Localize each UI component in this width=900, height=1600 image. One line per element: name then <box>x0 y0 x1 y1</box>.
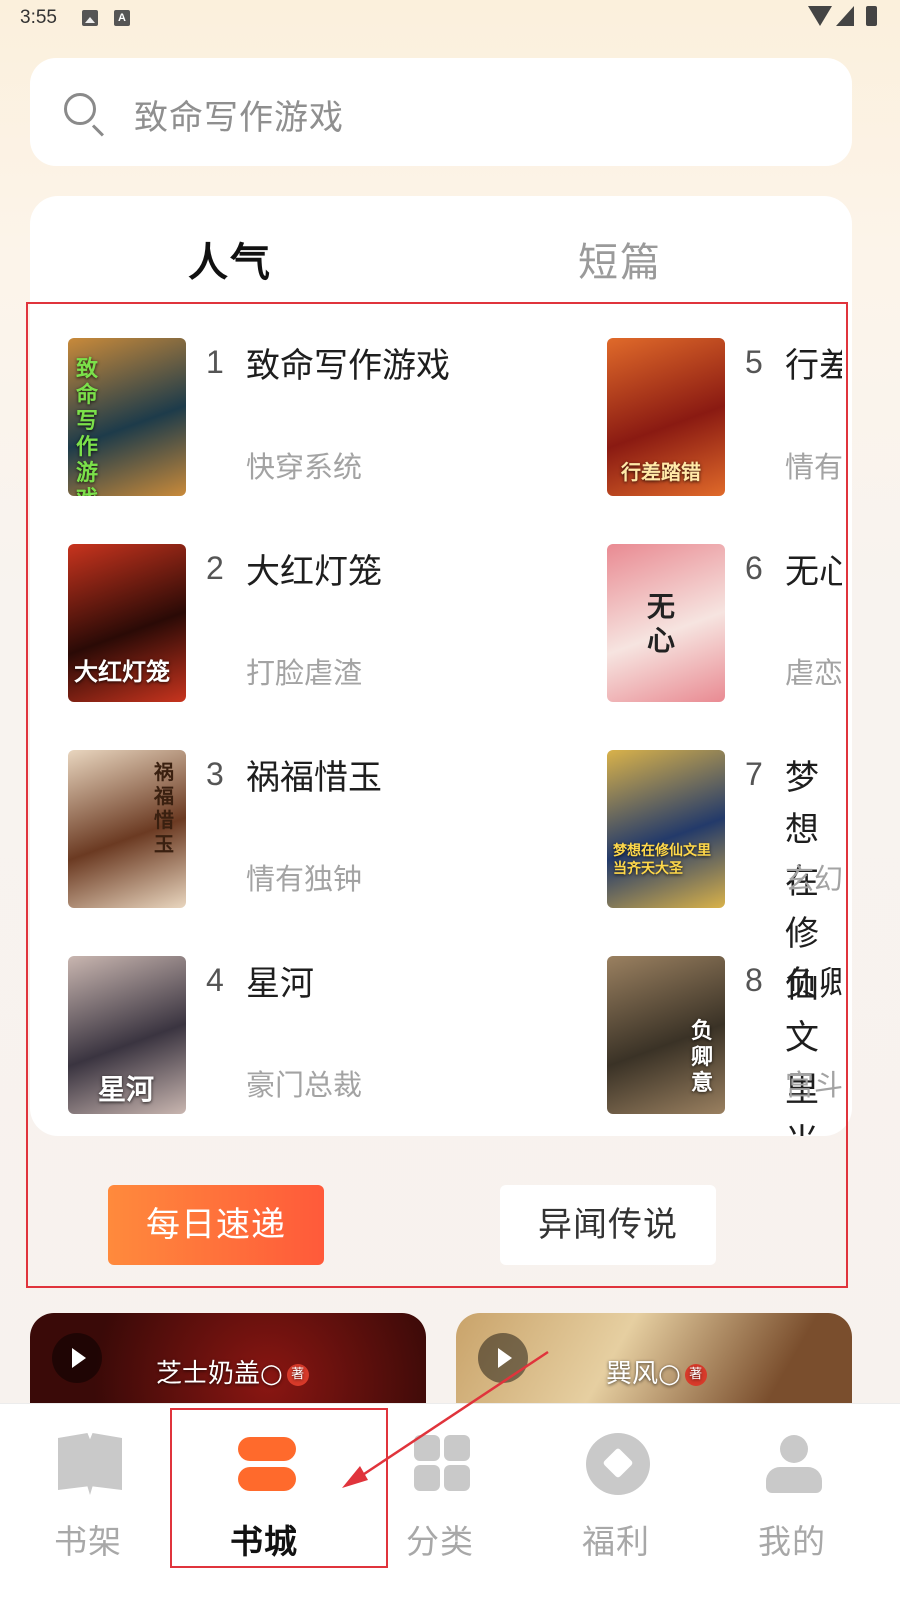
welfare-icon <box>586 1433 650 1495</box>
play-icon[interactable] <box>478 1333 528 1383</box>
battery-icon <box>866 6 877 26</box>
signal-icon <box>836 6 854 26</box>
nav-item-welfare[interactable]: 福利 <box>528 1403 704 1568</box>
nav-label: 我的 <box>758 1522 826 1561</box>
profile-icon <box>762 1433 826 1495</box>
search-input[interactable]: 致命写作游戏 <box>134 90 344 139</box>
bookshelf-icon <box>58 1433 122 1495</box>
status-bar: 3:55 A <box>0 0 900 40</box>
video-author: 芝士奶盖○ 著 <box>156 1353 309 1390</box>
status-time: 3:55 <box>20 7 57 28</box>
tab-short[interactable]: 短篇 <box>578 230 662 288</box>
video-author: 巽风○ 著 <box>606 1353 707 1390</box>
author-badge: 著 <box>684 1364 707 1386</box>
category-icon <box>410 1433 474 1495</box>
play-icon[interactable] <box>52 1333 102 1383</box>
annotation-box-bookstore <box>170 1408 388 1568</box>
tab-popular[interactable]: 人气 <box>188 230 272 288</box>
nav-label: 书架 <box>54 1522 122 1561</box>
nav-item-bookshelf[interactable]: 书架 <box>0 1403 176 1568</box>
wifi-icon <box>808 6 832 26</box>
video-card[interactable]: 芝士奶盖○ 著 <box>30 1313 426 1413</box>
gallery-notification-icon <box>82 10 98 26</box>
annotation-box-list <box>26 302 848 1288</box>
video-card[interactable]: 巽风○ 著 <box>456 1313 852 1413</box>
nav-label: 福利 <box>582 1522 650 1561</box>
search-icon <box>64 93 96 125</box>
author-badge: 著 <box>286 1364 309 1386</box>
nav-item-profile[interactable]: 我的 <box>704 1403 880 1568</box>
a-notification-icon: A <box>114 10 130 26</box>
